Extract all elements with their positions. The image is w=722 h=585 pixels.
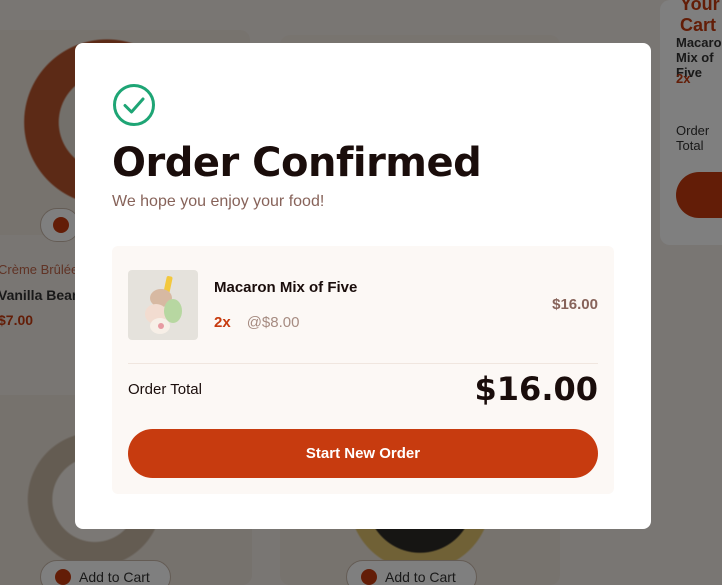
order-total-value: $16.00 xyxy=(474,370,598,408)
modal-subtitle: We hope you enjoy your food! xyxy=(112,193,325,210)
order-item-unit-price: @$8.00 xyxy=(246,313,300,331)
circle-check-icon xyxy=(113,84,155,126)
start-new-order-button[interactable]: Start New Order xyxy=(128,429,598,478)
order-item-quantity: 2x xyxy=(214,313,231,331)
macaron-thumbnail xyxy=(128,269,198,340)
order-summary: Macaron Mix of Five 2x @$8.00 $16.00 Ord… xyxy=(112,246,614,494)
order-total-label: Order Total xyxy=(128,380,202,398)
order-item-meta: 2x @$8.00 xyxy=(214,314,552,331)
order-total-row: Order Total $16.00 xyxy=(128,364,598,414)
order-confirmed-modal: Order Confirmed We hope you enjoy your f… xyxy=(75,43,651,529)
modal-title: Order Confirmed xyxy=(112,140,482,186)
order-item-row: Macaron Mix of Five 2x @$8.00 $16.00 xyxy=(128,269,598,364)
order-item-name: Macaron Mix of Five xyxy=(214,278,358,296)
order-item-info: Macaron Mix of Five 2x @$8.00 xyxy=(214,279,552,331)
order-item-line-total: $16.00 xyxy=(552,296,598,313)
